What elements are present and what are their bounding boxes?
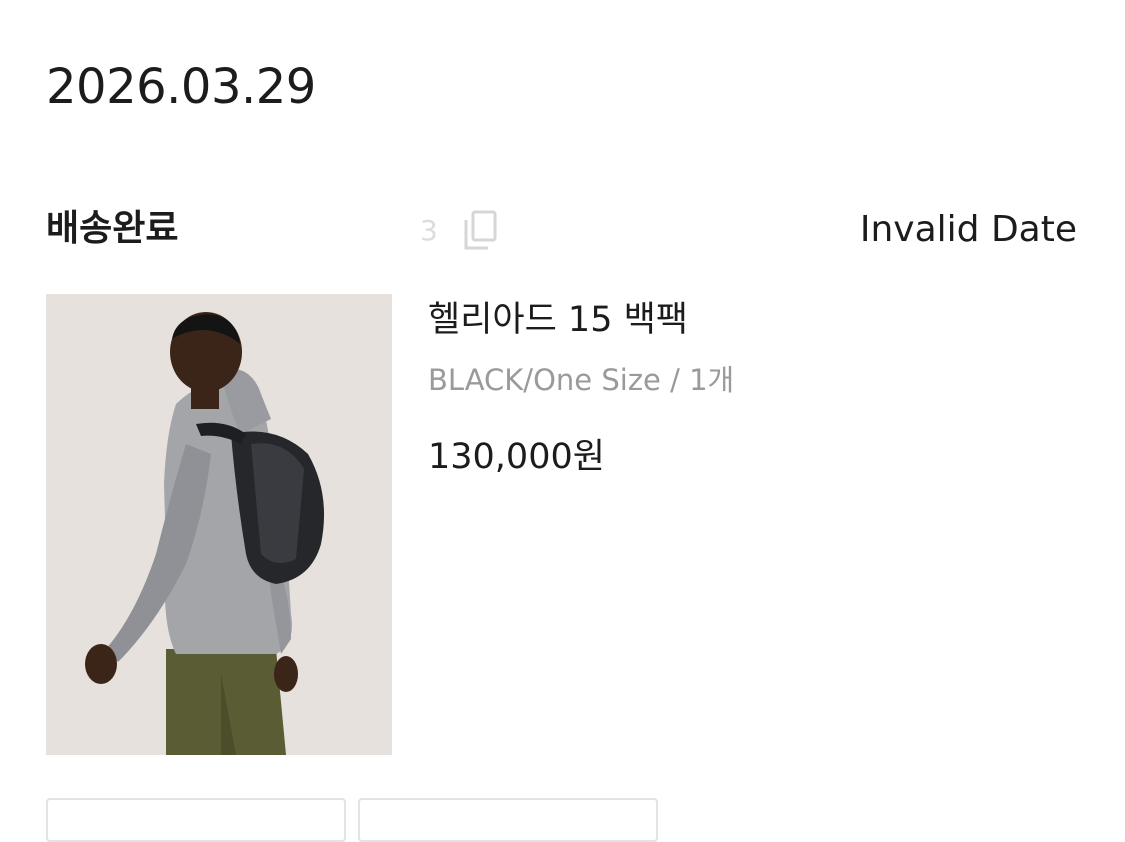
order-status-row: 배송완료 3 Invalid Date bbox=[46, 203, 1077, 255]
product-price: 130,000원 bbox=[428, 437, 605, 477]
order-action-button-left[interactable] bbox=[46, 798, 346, 842]
copy-icon bbox=[464, 210, 497, 250]
product-image[interactable] bbox=[46, 294, 392, 755]
product-option: BLACK/One Size / 1개 bbox=[428, 363, 735, 397]
product-photo-illustration bbox=[46, 294, 392, 755]
delivery-date: Invalid Date bbox=[859, 209, 1077, 250]
delivery-status-label: 배송완료 bbox=[46, 208, 179, 249]
order-action-button-right[interactable] bbox=[358, 798, 658, 842]
copy-count: 3 bbox=[420, 214, 438, 247]
order-date: 2026.03.29 bbox=[46, 59, 316, 115]
product-name[interactable]: 헬리아드 15 백팩 bbox=[428, 296, 688, 344]
